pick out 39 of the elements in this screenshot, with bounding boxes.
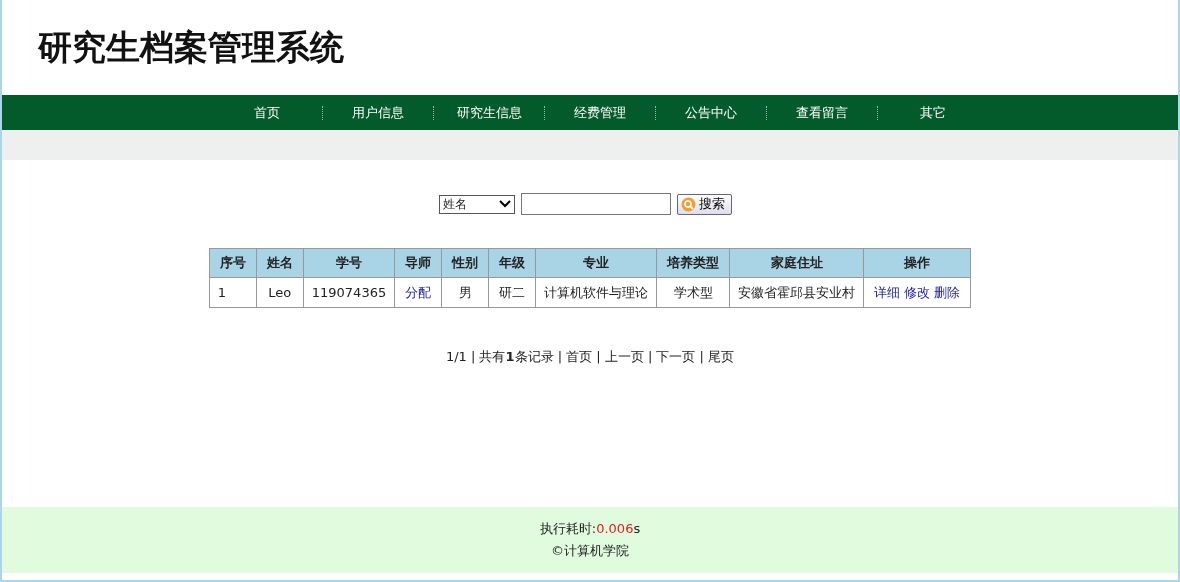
nav-link[interactable]: 公告中心 xyxy=(656,103,766,122)
table-cell: 研二 xyxy=(499,284,526,300)
column-header: 操作 xyxy=(863,248,971,278)
nav-link[interactable]: 其它 xyxy=(878,103,988,122)
column-header: 学号 xyxy=(303,248,395,278)
nav-link[interactable]: 用户信息 xyxy=(323,103,433,122)
column-header: 导师 xyxy=(394,248,442,278)
timing-value: 0.006 xyxy=(596,521,634,536)
column-header: 培养类型 xyxy=(656,248,730,278)
nav-link[interactable]: 经费管理 xyxy=(545,103,655,122)
table-cell: 1 xyxy=(217,285,227,300)
table-cell: 男 xyxy=(458,284,472,300)
search-icon xyxy=(680,196,696,212)
column-header: 性别 xyxy=(441,248,489,278)
column-header: 年级 xyxy=(488,248,536,278)
table-link[interactable]: 删除 xyxy=(934,284,961,300)
table-cell: Leo xyxy=(268,285,292,300)
nav-link[interactable]: 查看留言 xyxy=(767,103,877,122)
search-button[interactable]: 搜索 xyxy=(676,193,732,215)
table-link[interactable]: 修改 xyxy=(904,284,931,300)
search-input[interactable] xyxy=(520,193,671,215)
copyright-text: ©计算机学院 xyxy=(551,543,629,558)
column-header: 序号 xyxy=(209,248,257,278)
table-cell: 安徽省霍邱县安业村 xyxy=(738,284,856,300)
column-header: 专业 xyxy=(535,248,657,278)
table-cell: 学术型 xyxy=(673,284,713,300)
nav-link[interactable]: 研究生信息 xyxy=(434,103,544,122)
dropdown-caret-icon xyxy=(498,200,511,208)
timing-label: 执行耗时: xyxy=(539,521,597,536)
site-title: 研究生档案管理系统 xyxy=(38,25,344,69)
timing-unit: s xyxy=(633,521,641,536)
table-cell: 119074365 xyxy=(311,285,387,300)
table-cell: 计算机软件与理论 xyxy=(544,284,649,300)
pagination-text: 1/1 | 共有1条记录 | 首页 | 上一页 | 下一页 | 尾页 xyxy=(445,349,735,364)
nav-link[interactable]: 首页 xyxy=(212,103,322,122)
column-header: 家庭住址 xyxy=(729,248,864,278)
column-header: 姓名 xyxy=(256,248,304,278)
table-link[interactable]: 详细 xyxy=(874,284,901,300)
search-field-select[interactable]: 姓名 xyxy=(438,194,515,214)
